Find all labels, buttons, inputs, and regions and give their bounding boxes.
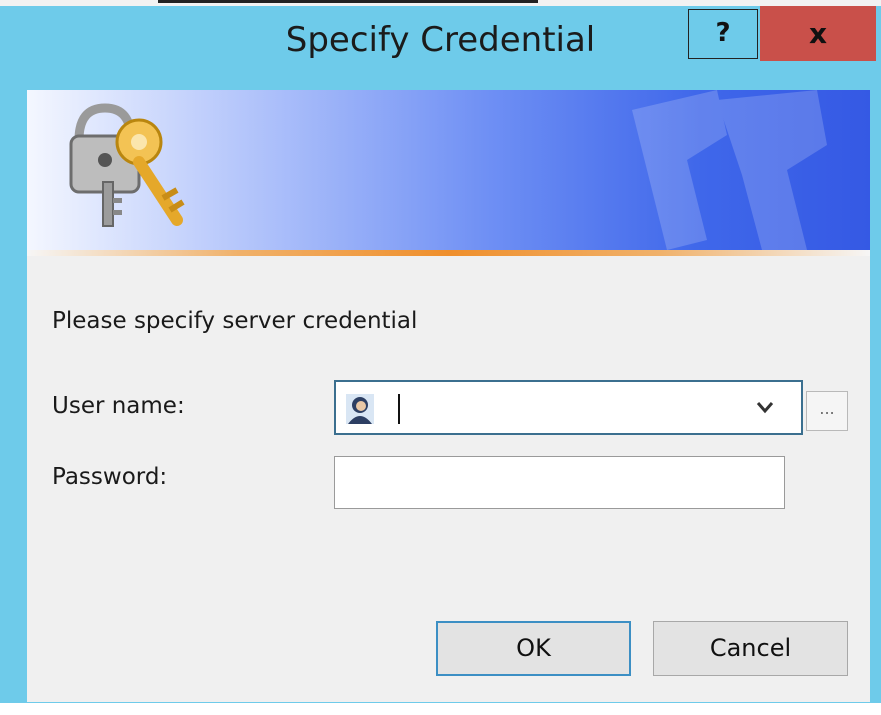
text-caret bbox=[398, 394, 400, 424]
ok-button[interactable]: OK bbox=[436, 621, 631, 676]
instruction-text: Please specify server credential bbox=[52, 308, 418, 334]
background-edge bbox=[158, 0, 538, 3]
cancel-button[interactable]: Cancel bbox=[653, 621, 848, 676]
header-banner bbox=[27, 90, 870, 250]
browse-button[interactable]: ... bbox=[806, 391, 848, 431]
user-name-combobox[interactable] bbox=[334, 380, 803, 435]
chevron-down-icon[interactable] bbox=[756, 400, 774, 414]
background-below-dialog bbox=[0, 703, 881, 715]
dialog-content: Please specify server credential User na… bbox=[27, 256, 870, 702]
user-name-label: User name: bbox=[52, 393, 185, 419]
dialog-window: Specify Credential ? x Please specify se… bbox=[0, 6, 881, 703]
close-button[interactable]: x bbox=[760, 6, 876, 61]
help-button[interactable]: ? bbox=[688, 9, 758, 59]
banner-art bbox=[69, 90, 827, 250]
password-field[interactable] bbox=[334, 456, 785, 509]
password-label: Password: bbox=[52, 464, 168, 490]
keys-icon bbox=[69, 103, 185, 227]
user-icon bbox=[346, 394, 374, 424]
watermark-keys bbox=[632, 90, 827, 250]
